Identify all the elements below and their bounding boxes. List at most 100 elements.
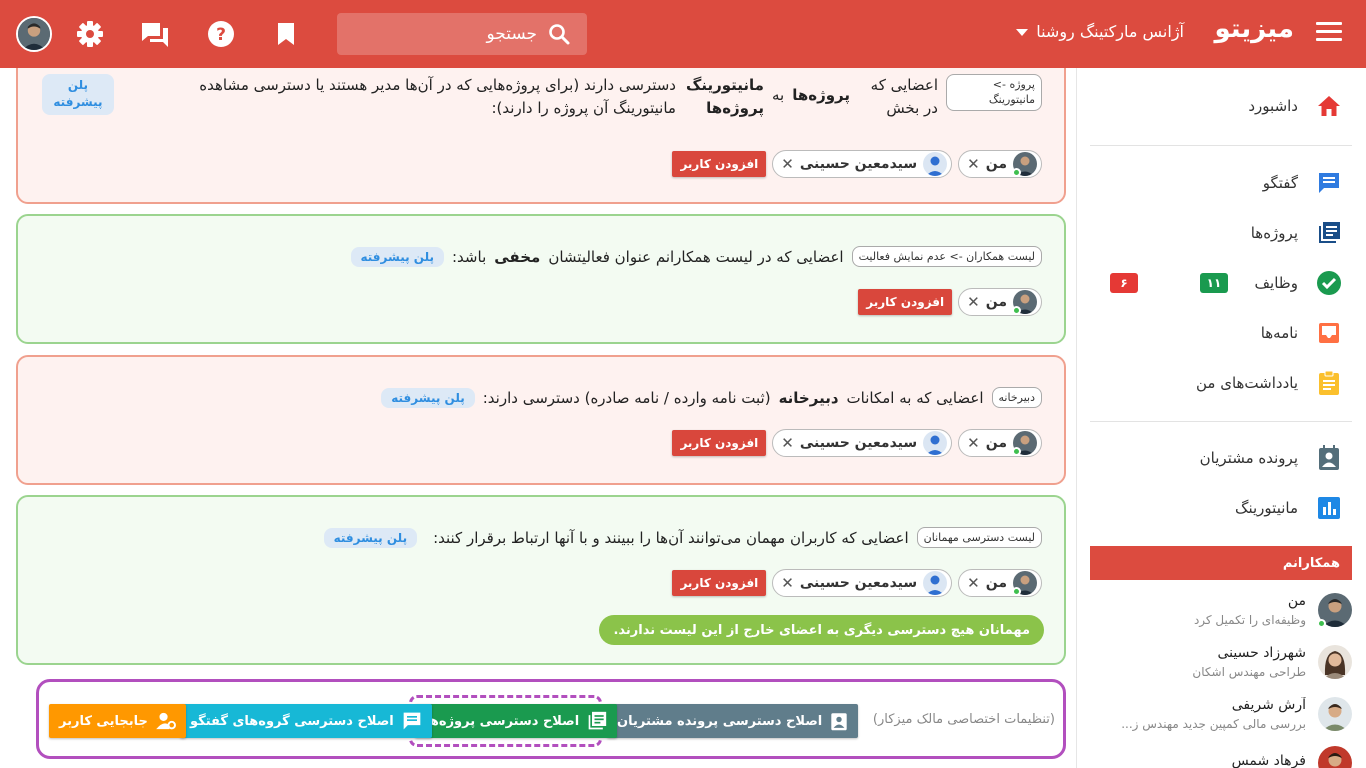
card-text: اعضایی که به امکانات (846, 388, 984, 407)
permission-card-secretariat: دبیرخانه اعضایی که به امکانات دبیرخانه (… (16, 355, 1066, 485)
avatar (923, 571, 948, 595)
avatar (1318, 746, 1352, 768)
add-user-button[interactable]: افزودن کاربر (858, 289, 953, 315)
colleague-status: طراحی مهندس اشکان (1192, 665, 1306, 679)
online-indicator (1012, 168, 1021, 177)
avatar (1012, 152, 1037, 177)
button-label: اصلاح دسترسی پرونده مشتریان (617, 713, 823, 729)
colleague-item[interactable]: فرهاد شمس (1090, 740, 1352, 768)
search-input[interactable] (367, 24, 537, 44)
divider (1090, 145, 1352, 146)
brand-logo[interactable]: میزیتو (1214, 14, 1294, 44)
colleague-item[interactable]: من وظیفه‌ای را تکمیل کرد (1090, 587, 1352, 633)
edit-customer-files-access-button[interactable]: اصلاح دسترسی پرونده مشتریان (607, 704, 859, 738)
colleague-item[interactable]: شهرزاد حسینی طراحی مهندس اشکان (1090, 639, 1352, 685)
inbox-icon (1316, 320, 1342, 346)
user-chip-name: سیدمعین حسینی (799, 435, 918, 451)
projects-icon (1316, 220, 1342, 246)
sidebar-item-label: گفتگو (1262, 174, 1298, 192)
sidebar-item-customer-files[interactable]: پرونده مشتریان (1090, 438, 1352, 478)
plan-badge: پلن پیشرفته (323, 527, 418, 548)
colleague-item[interactable]: آرش شریفی بررسی مالی کمپین جدید مهندس ز.… (1090, 691, 1352, 737)
sidebar-item-label: داشبورد (1248, 97, 1298, 115)
sidebar-item-chat[interactable]: گفتگو (1090, 163, 1352, 203)
card-text: دسترسی دارند (برای پروژه‌هایی که در آن‌ه… (199, 76, 676, 117)
sidebar-item-label: یادداشت‌های من (1195, 374, 1298, 392)
section-tag: لیست دسترسی مهمانان (916, 527, 1042, 549)
user-chip-name: سیدمعین حسینی (799, 156, 918, 172)
projects-icon (588, 711, 607, 730)
help-icon[interactable]: ? (206, 19, 236, 49)
remove-icon[interactable]: ✕ (781, 574, 794, 592)
section-tag: دبیرخانه (991, 387, 1042, 409)
chevron-down-icon (1016, 29, 1029, 36)
sidebar-item-tasks[interactable]: وظایف ۱۱ ۶ (1090, 263, 1352, 303)
sidebar-item-dashboard[interactable]: داشبورد (1090, 86, 1352, 126)
sidebar-item-monitoring[interactable]: مانیتورینگ (1090, 488, 1352, 528)
add-user-button[interactable]: افزودن کاربر (672, 430, 767, 456)
gear-icon[interactable] (75, 19, 105, 49)
home-icon (1316, 93, 1342, 119)
remove-icon[interactable]: ✕ (967, 434, 980, 452)
card-text: (ثبت نامه وارده / نامه صادره) دسترسی دار… (482, 388, 771, 407)
menu-icon[interactable] (1316, 22, 1342, 44)
owner-settings-label: (تنظیمات اختصاصی مالک میزکار) (872, 712, 1055, 727)
sidebar-item-label: وظایف (1254, 274, 1298, 292)
chat-icon (1316, 170, 1342, 196)
remove-icon[interactable]: ✕ (967, 155, 980, 173)
card-text-bold: پروژه‌ها (792, 86, 850, 104)
bookmark-icon[interactable] (271, 19, 301, 49)
chat-icon[interactable] (140, 19, 170, 49)
main-content: پروژه -> مانیتورینگ اعضایی که در بخش پرو… (0, 68, 1076, 768)
edit-chat-groups-access-button[interactable]: اصلاح دسترسی گروه‌های گفتگو (180, 704, 432, 738)
edit-projects-access-button[interactable]: اصلاح دسترسی پروژه‌ها (415, 704, 618, 738)
organization-selector[interactable]: آژانس مارکتینگ روشنا (1016, 22, 1184, 41)
remove-icon[interactable]: ✕ (967, 574, 980, 592)
card-text: باشد: (452, 247, 487, 266)
user-chip: سیدمعین حسینی ✕ (772, 150, 953, 178)
add-user-button[interactable]: افزودن کاربر (672, 151, 767, 177)
user-chip-name: من (985, 435, 1007, 451)
colleague-status: وظیفه‌ای را تکمیل کرد (1193, 613, 1306, 627)
move-user-button[interactable]: جابجایی کاربر (49, 704, 186, 738)
divider (1090, 421, 1352, 422)
search-box[interactable] (337, 13, 587, 55)
button-label: جابجایی کاربر (59, 713, 148, 729)
notes-icon (1316, 370, 1342, 396)
user-chip: سیدمعین حسینی ✕ (772, 429, 953, 457)
avatar (923, 152, 948, 176)
sidebar-item-letters[interactable]: نامه‌ها (1090, 313, 1352, 353)
button-label: اصلاح دسترسی گروه‌های گفتگو (190, 713, 394, 729)
user-chip-name: سیدمعین حسینی (799, 575, 918, 591)
user-chip-name: من (985, 575, 1007, 591)
card-text-bold: مانیتورینگ پروژه‌ها (686, 76, 764, 117)
search-icon (549, 24, 570, 45)
user-chip: من ✕ (958, 150, 1042, 178)
sidebar-item-label: نامه‌ها (1260, 324, 1298, 342)
avatar (923, 431, 948, 455)
check-icon (1316, 270, 1342, 296)
online-indicator (1012, 447, 1021, 456)
sidebar-item-projects[interactable]: پروژه‌ها (1090, 213, 1352, 253)
remove-icon[interactable]: ✕ (781, 434, 794, 452)
button-label: اصلاح دسترسی پروژه‌ها (425, 713, 580, 729)
section-tag: پروژه -> مانیتورینگ (946, 74, 1042, 111)
sidebar-item-label: پرونده مشتریان (1199, 449, 1298, 467)
remove-icon[interactable]: ✕ (967, 293, 980, 311)
permission-card-hidden-activity: لیست همکاران -> عدم نمایش فعالیت اعضایی … (16, 214, 1066, 344)
user-chip: من ✕ (958, 429, 1042, 457)
guests-note: مهمانان هیچ دسترسی دیگری به اعضای خارج ا… (599, 615, 1044, 645)
card-text: اعضایی که کاربران مهمان می‌توانند آن‌ها … (433, 528, 909, 547)
sidebar-item-my-notes[interactable]: یادداشت‌های من (1090, 363, 1352, 403)
user-avatar[interactable] (16, 16, 52, 52)
online-indicator (1317, 619, 1326, 628)
online-indicator (1012, 587, 1021, 596)
avatar (1317, 593, 1352, 628)
permission-card-guests: لیست دسترسی مهمانان اعضایی که کاربران مه… (16, 495, 1066, 665)
colleague-status: بررسی مالی کمپین جدید مهندس ز... (1121, 717, 1306, 731)
chat-icon (403, 712, 421, 730)
remove-icon[interactable]: ✕ (781, 155, 794, 173)
avatar (1012, 571, 1037, 596)
user-chip: من ✕ (958, 569, 1042, 597)
add-user-button[interactable]: افزودن کاربر (672, 570, 767, 596)
